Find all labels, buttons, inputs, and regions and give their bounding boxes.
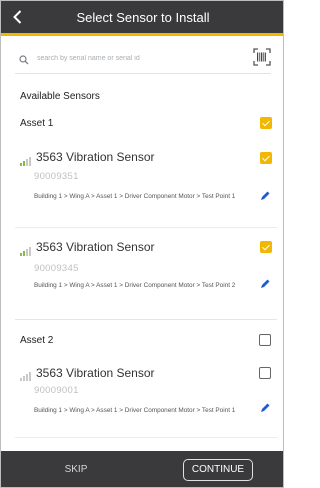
sensor-card[interactable]: 3563 Vibration Sensor 90009351 Building … [20,147,272,225]
sensor-card[interactable]: 3563 Vibration Sensor 90009345 Building … [20,237,272,315]
footer-bar: SKIP CONTINUE [1,451,283,487]
edit-pencil-icon[interactable] [259,189,271,201]
sensor-location-path: Building 1 > Wing A > Asset 1 > Driver C… [34,282,236,289]
sensor-checkbox[interactable] [260,241,272,253]
sensor-checkbox[interactable] [260,152,272,164]
sensor-checkbox[interactable] [259,367,271,379]
edit-pencil-icon[interactable] [259,401,271,413]
asset-2-title: Asset 2 [20,335,54,346]
signal-strength-icon [20,243,32,256]
signal-strength-icon [20,153,32,166]
sensor-card[interactable]: 3563 Vibration Sensor 90009001 Building … [20,363,272,435]
skip-button[interactable]: SKIP [41,460,111,480]
asset-1-checkbox[interactable] [260,117,272,129]
card-divider [15,437,277,438]
sensor-name: 3563 Vibration Sensor [36,366,155,380]
search-bar [15,47,271,71]
sensor-serial: 90009351 [34,171,79,182]
asset-1-title: Asset 1 [20,118,54,129]
sensor-name: 3563 Vibration Sensor [36,150,155,164]
sensor-location-path: Building 1 > Wing A > Asset 1 > Driver C… [34,193,236,200]
header-bar: Select Sensor to Install [1,1,283,36]
signal-strength-icon [20,368,32,381]
sensor-serial: 90009345 [34,263,79,274]
asset-divider [15,319,277,320]
card-divider [15,227,277,228]
sensor-serial: 90009001 [34,385,79,396]
page-title: Select Sensor to Install [76,10,210,25]
continue-button[interactable]: CONTINUE [183,459,253,481]
search-divider [15,73,271,74]
barcode-scan-icon[interactable] [253,48,271,66]
sensor-name: 3563 Vibration Sensor [36,240,155,254]
sensor-location-path: Building 1 > Wing A > Asset 1 > Driver C… [34,407,236,414]
section-title: Available Sensors [20,91,100,102]
edit-pencil-icon[interactable] [259,277,271,289]
app-screen: Select Sensor to Install Available Senso… [0,0,284,488]
asset-2-checkbox[interactable] [259,334,271,346]
search-input[interactable] [37,47,237,69]
search-icon [19,52,29,65]
